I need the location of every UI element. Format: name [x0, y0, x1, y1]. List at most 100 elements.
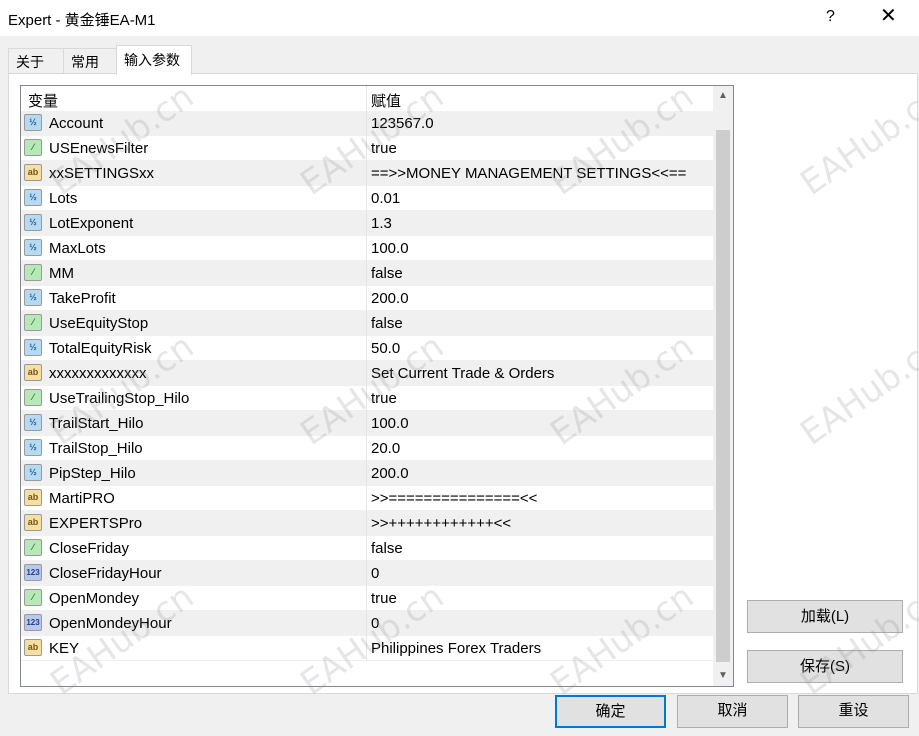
vertical-scrollbar[interactable]: ▲ ▼	[713, 86, 733, 686]
table-row[interactable]: ⁄ MM false	[21, 261, 713, 286]
parameter-value[interactable]: 123567.0	[371, 115, 434, 132]
column-divider	[366, 361, 367, 386]
bool-icon: ⁄	[24, 389, 42, 406]
column-divider	[366, 586, 367, 611]
table-row[interactable]: ½ TakeProfit 200.0	[21, 286, 713, 311]
table-row[interactable]: ⁄ USEnewsFilter true	[21, 136, 713, 161]
parameter-name: Lots	[49, 190, 78, 207]
table-row[interactable]: ½ TotalEquityRisk 50.0	[21, 336, 713, 361]
save-button[interactable]: 保存(S)	[747, 650, 903, 683]
parameter-value[interactable]: 0	[371, 615, 379, 632]
parameter-value[interactable]: false	[371, 265, 403, 282]
parameter-name: TrailStart_Hilo	[49, 415, 144, 432]
tab-input-parameters[interactable]: 输入参数	[116, 45, 192, 75]
bool-icon: ⁄	[24, 264, 42, 281]
double-icon: ½	[24, 289, 42, 306]
string-icon: ab	[24, 489, 42, 506]
table-row[interactable]: ½ PipStep_Hilo 200.0	[21, 461, 713, 486]
table-row[interactable]: ½ LotExponent 1.3	[21, 211, 713, 236]
parameter-value[interactable]: 100.0	[371, 240, 409, 257]
column-divider	[366, 461, 367, 486]
tab-about[interactable]: 关于	[8, 48, 64, 74]
parameter-name: EXPERTSPro	[49, 515, 143, 532]
table-row[interactable]: ½ Lots 0.01	[21, 186, 713, 211]
parameter-value[interactable]: ==>>MONEY MANAGEMENT SETTINGS<<==	[371, 165, 686, 182]
double-icon: ½	[24, 239, 42, 256]
double-icon: ½	[24, 214, 42, 231]
table-row[interactable]: ⁄ UseEquityStop false	[21, 311, 713, 336]
int-icon: 123	[24, 614, 42, 631]
parameter-name: Account	[49, 115, 104, 132]
table-row[interactable]: 123 CloseFridayHour 0	[21, 561, 713, 586]
cancel-button[interactable]: 取消	[677, 695, 788, 728]
ok-button[interactable]: 确定	[555, 695, 666, 728]
parameter-value[interactable]: false	[371, 315, 403, 332]
scroll-down-icon[interactable]: ▼	[713, 666, 733, 686]
parameter-value[interactable]: 100.0	[371, 415, 409, 432]
parameter-name: OpenMondey	[49, 590, 140, 607]
column-divider	[366, 561, 367, 586]
column-divider	[366, 311, 367, 336]
table-row[interactable]: ⁄ OpenMondey true	[21, 586, 713, 611]
table-row[interactable]: ½ TrailStart_Hilo 100.0	[21, 411, 713, 436]
parameter-name: CloseFridayHour	[49, 565, 162, 582]
help-button[interactable]: ?	[826, 8, 835, 26]
string-icon: ab	[24, 514, 42, 531]
column-divider	[366, 536, 367, 561]
column-divider	[366, 611, 367, 636]
parameter-value[interactable]: 200.0	[371, 465, 409, 482]
parameter-value[interactable]: Set Current Trade & Orders	[371, 365, 554, 382]
parameter-value[interactable]: >>===============<<	[371, 490, 537, 507]
double-icon: ½	[24, 439, 42, 456]
parameter-value[interactable]: 20.0	[371, 440, 400, 457]
bool-icon: ⁄	[24, 539, 42, 556]
parameter-value[interactable]: 50.0	[371, 340, 400, 357]
table-row[interactable]: ab xxSETTINGSxx ==>>MONEY MANAGEMENT SETTI…	[21, 161, 713, 186]
int-icon: 123	[24, 564, 42, 581]
table-row[interactable]: ab KEY Philippines Forex Traders	[21, 636, 713, 661]
grid-header: 变量 赋值	[21, 86, 713, 112]
table-row[interactable]: ⁄ CloseFriday false	[21, 536, 713, 561]
scroll-up-icon[interactable]: ▲	[713, 86, 733, 106]
column-divider	[366, 336, 367, 361]
column-header-value[interactable]: 赋值	[371, 90, 401, 111]
column-divider	[366, 186, 367, 211]
table-row[interactable]: ⁄ UseTrailingStop_Hilo true	[21, 386, 713, 411]
parameter-value[interactable]: 1.3	[371, 215, 392, 232]
string-icon: ab	[24, 164, 42, 181]
table-row[interactable]: ½ TrailStop_Hilo 20.0	[21, 436, 713, 461]
column-divider	[366, 636, 367, 661]
column-divider	[366, 236, 367, 261]
parameter-value[interactable]: Philippines Forex Traders	[371, 640, 541, 657]
parameter-name: TrailStop_Hilo	[49, 440, 143, 457]
parameter-value[interactable]: true	[371, 590, 397, 607]
column-header-variable[interactable]: 变量	[28, 90, 58, 111]
parameter-value[interactable]: 0	[371, 565, 379, 582]
string-icon: ab	[24, 364, 42, 381]
table-row[interactable]: ½ MaxLots 100.0	[21, 236, 713, 261]
tab-common[interactable]: 常用	[63, 48, 117, 74]
parameter-name: USEnewsFilter	[49, 140, 149, 157]
scroll-thumb[interactable]	[716, 130, 730, 662]
parameter-value[interactable]: 0.01	[371, 190, 400, 207]
parameter-value[interactable]: >>++++++++++++<<	[371, 515, 511, 532]
column-divider	[366, 136, 367, 161]
table-row[interactable]: ab MartiPRO >>===============<<	[21, 486, 713, 511]
column-divider	[366, 261, 367, 286]
parameter-value[interactable]: true	[371, 390, 397, 407]
column-divider[interactable]	[366, 86, 367, 111]
parameter-value[interactable]: true	[371, 140, 397, 157]
table-row[interactable]: ab xxxxxxxxxxxxx Set Current Trade & Order…	[21, 361, 713, 386]
parameter-name: xxSETTINGSxx	[49, 165, 155, 182]
column-divider	[366, 386, 367, 411]
reset-button[interactable]: 重设	[798, 695, 909, 728]
double-icon: ½	[24, 414, 42, 431]
table-row[interactable]: ab EXPERTSPro >>++++++++++++<<	[21, 511, 713, 536]
table-row[interactable]: ½ Account 123567.0	[21, 111, 713, 136]
parameter-value[interactable]: false	[371, 540, 403, 557]
close-button[interactable]: ✕	[880, 6, 897, 26]
table-row[interactable]: 123 OpenMondeyHour 0	[21, 611, 713, 636]
load-button[interactable]: 加载(L)	[747, 600, 903, 633]
parameter-name: KEY	[49, 640, 80, 657]
parameter-value[interactable]: 200.0	[371, 290, 409, 307]
